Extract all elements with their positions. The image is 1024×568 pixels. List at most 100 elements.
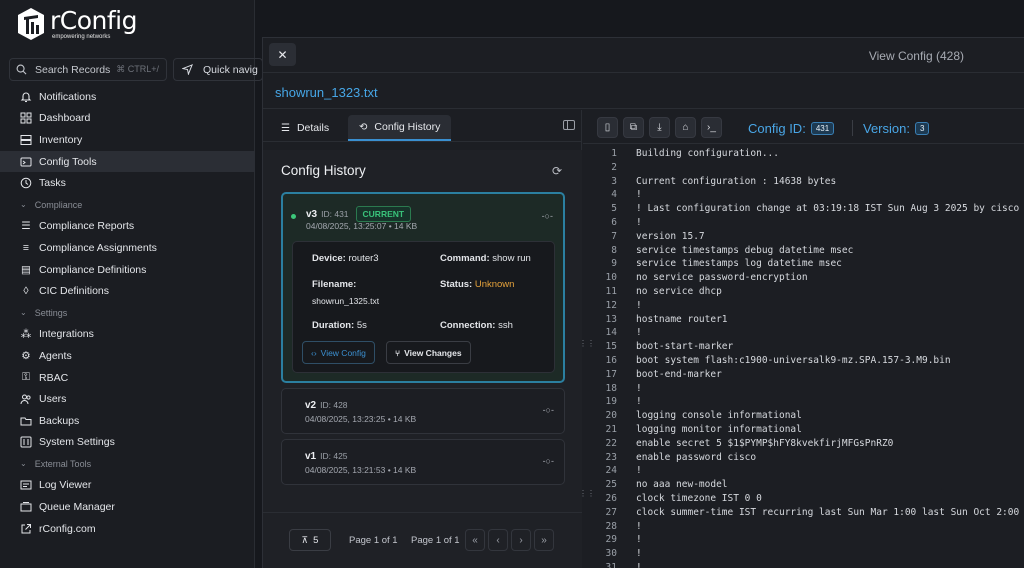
sidebar-item-inventory[interactable]: Inventory	[0, 129, 255, 151]
code-line: 24!	[583, 465, 1024, 479]
section-external-tools-toggle[interactable]: ⌄ External Tools	[0, 453, 255, 475]
version-card-v1[interactable]: v1 ID: 425 04/08/2025, 13:21:53 • 14 KB -…	[281, 439, 565, 485]
connection-field: Connection: ssh	[440, 320, 513, 331]
code-line: 17 boot-end-marker	[583, 369, 1024, 383]
sidebar-item-log-viewer[interactable]: Log Viewer	[0, 475, 255, 497]
history-icon: ⟲	[359, 121, 368, 133]
line-number: 30	[605, 548, 617, 560]
line-number: 9	[611, 258, 617, 270]
sidebar-item-system-settings[interactable]: System Settings	[0, 432, 255, 454]
command-field: Command: show run	[440, 253, 531, 264]
sidebar-item-agents[interactable]: ⚙ Agents	[0, 345, 255, 367]
download-icon[interactable]: ⤓	[649, 117, 670, 138]
sidebar-item-integrations[interactable]: ⁂ Integrations	[0, 324, 255, 346]
code-line: 16 boot system flash:c1900-universalk9-mz…	[583, 355, 1024, 369]
page-size-select[interactable]: ⊼ 5	[289, 529, 331, 551]
code-line: 12!	[583, 300, 1024, 314]
line-number: 8	[611, 244, 617, 256]
current-badge: CURRENT	[355, 206, 412, 222]
network-icon: ⁂	[20, 328, 32, 341]
search-shortcut: ⌘ CTRL+/	[116, 64, 160, 74]
sidebar-item-label: Agents	[39, 349, 72, 362]
version-card-v2[interactable]: v2 ID: 428 04/08/2025, 13:23:25 • 14 KB -…	[281, 388, 565, 434]
tag-icon[interactable]: ⌂	[675, 117, 696, 138]
sidebar-item-config-tools[interactable]: Config Tools	[0, 150, 255, 173]
folder-icon	[20, 415, 32, 427]
code-line: 28!	[583, 521, 1024, 535]
line-number: 16	[605, 355, 617, 366]
terminal-icon[interactable]: ›_	[701, 117, 722, 138]
line-text: !	[636, 327, 642, 339]
line-text: Building configuration...	[636, 148, 779, 159]
config-id-pill: 431	[810, 122, 835, 135]
tab-config-history[interactable]: ⟲ Config History	[348, 115, 452, 141]
sidebar-item-compliance-definitions[interactable]: ▤ Compliance Definitions	[0, 259, 255, 281]
code-line: 21 logging monitor informational	[583, 424, 1024, 438]
next-page-button[interactable]: ›	[511, 529, 531, 551]
line-text: hostname router1	[636, 313, 728, 325]
line-text: Current configuration : 14638 bytes	[636, 175, 837, 187]
line-number: 23	[605, 451, 617, 463]
view-changes-button[interactable]: ⑂ View Changes	[386, 341, 471, 364]
section-title: Compliance	[34, 199, 83, 210]
first-page-button[interactable]: «	[465, 529, 485, 551]
line-text: enable password cisco	[636, 451, 757, 463]
sidebar-item-cic-definitions[interactable]: ◊ CIC Definitions	[0, 280, 255, 302]
config-code-view[interactable]: 1 Building configuration... 2 3 Current conf…	[583, 148, 1024, 568]
close-button[interactable]: ✕	[269, 43, 296, 66]
sidebar-item-label: RBAC	[39, 371, 69, 384]
section-compliance-toggle[interactable]: ⌄ Compliance	[0, 194, 255, 216]
last-page-button[interactable]: »	[534, 529, 554, 551]
line-text: service timestamps log datetime msec	[636, 258, 842, 270]
line-number: 4	[611, 189, 617, 201]
sidebar-item-rbac[interactable]: ⚿ RBAC	[0, 367, 255, 389]
copy-icon[interactable]: ⧉	[623, 117, 644, 138]
sidebar-item-label: Dashboard	[39, 112, 91, 125]
sidebar-item-compliance-reports[interactable]: ☰ Compliance Reports	[0, 216, 255, 238]
quick-navigation-button[interactable]: Quick navig	[173, 58, 263, 81]
search-records-button[interactable]: Search Records ⌘ CTRL+/	[9, 58, 167, 81]
line-text: enable secret 5 $1$PYMP$hFY8kvekfirjMFGs…	[636, 437, 894, 449]
panel-toggle-icon[interactable]	[563, 120, 575, 130]
sidebar-nav: Notifications Dashboard Inventory Config…	[0, 86, 255, 539]
line-text: logging monitor informational	[636, 424, 802, 435]
sidebar-item-label: Queue Manager	[39, 501, 115, 514]
file-icon[interactable]: ▯	[597, 117, 618, 138]
version-details: Device: router3 Command: show run Filena…	[292, 241, 555, 373]
version-meta: 04/08/2025, 13:21:53 • 14 KB	[305, 465, 417, 475]
app-logo[interactable]: rConfig empowering networks	[16, 7, 138, 41]
sidebar-item-dashboard[interactable]: Dashboard	[0, 108, 255, 130]
viewer-toolbar: ▯ ⧉ ⤓ ⌂ ›_ Config ID: 431 Version: 3	[583, 110, 1024, 144]
sidebar-item-tasks[interactable]: Tasks	[0, 172, 255, 194]
version-meta: 04/08/2025, 13:25:07 • 14 KB	[306, 221, 418, 231]
line-number: 15	[605, 341, 617, 353]
sidebar-item-label: Log Viewer	[39, 479, 92, 492]
sidebar-item-rconfig-com[interactable]: rConfig.com	[0, 518, 255, 540]
wrench-icon	[20, 156, 32, 168]
sidebar-item-label: Integrations	[39, 328, 94, 341]
line-text: !	[636, 548, 642, 560]
line-number: 21	[605, 424, 617, 435]
tab-details[interactable]: ☰ Details	[270, 115, 340, 141]
line-text: boot-start-marker	[636, 341, 734, 353]
line-text: clock summer-time IST recurring last Sun…	[636, 506, 1020, 518]
sidebar-item-label: Users	[39, 393, 67, 406]
server-icon	[20, 134, 32, 146]
status-field: Status: Unknown	[440, 279, 515, 290]
version-pill: 3	[914, 122, 930, 135]
line-text: !	[636, 189, 642, 201]
sidebar-item-backups[interactable]: Backups	[0, 410, 255, 432]
sidebar-item-compliance-assignments[interactable]: ≡ Compliance Assignments	[0, 237, 255, 259]
code-line: 29!	[583, 534, 1024, 548]
view-config-button[interactable]: ‹› View Config	[302, 341, 375, 364]
sidebar-item-queue-manager[interactable]: Queue Manager	[0, 496, 255, 518]
drawer-tabs: ☰ Details ⟲ Config History	[263, 110, 582, 142]
sidebar-item-users[interactable]: Users	[0, 388, 255, 410]
refresh-icon[interactable]: ⟳	[552, 164, 562, 178]
section-settings-toggle[interactable]: ⌄ Settings	[0, 302, 255, 324]
version-card-v3[interactable]: v3 ID: 431 CURRENT 04/08/2025, 13:25:07 • …	[281, 192, 565, 383]
prev-page-button[interactable]: ‹	[488, 529, 508, 551]
chevron-down-icon: ⌄	[20, 459, 27, 469]
sidebar-item-notifications[interactable]: Notifications	[0, 86, 255, 108]
code-line: 4!	[583, 189, 1024, 203]
